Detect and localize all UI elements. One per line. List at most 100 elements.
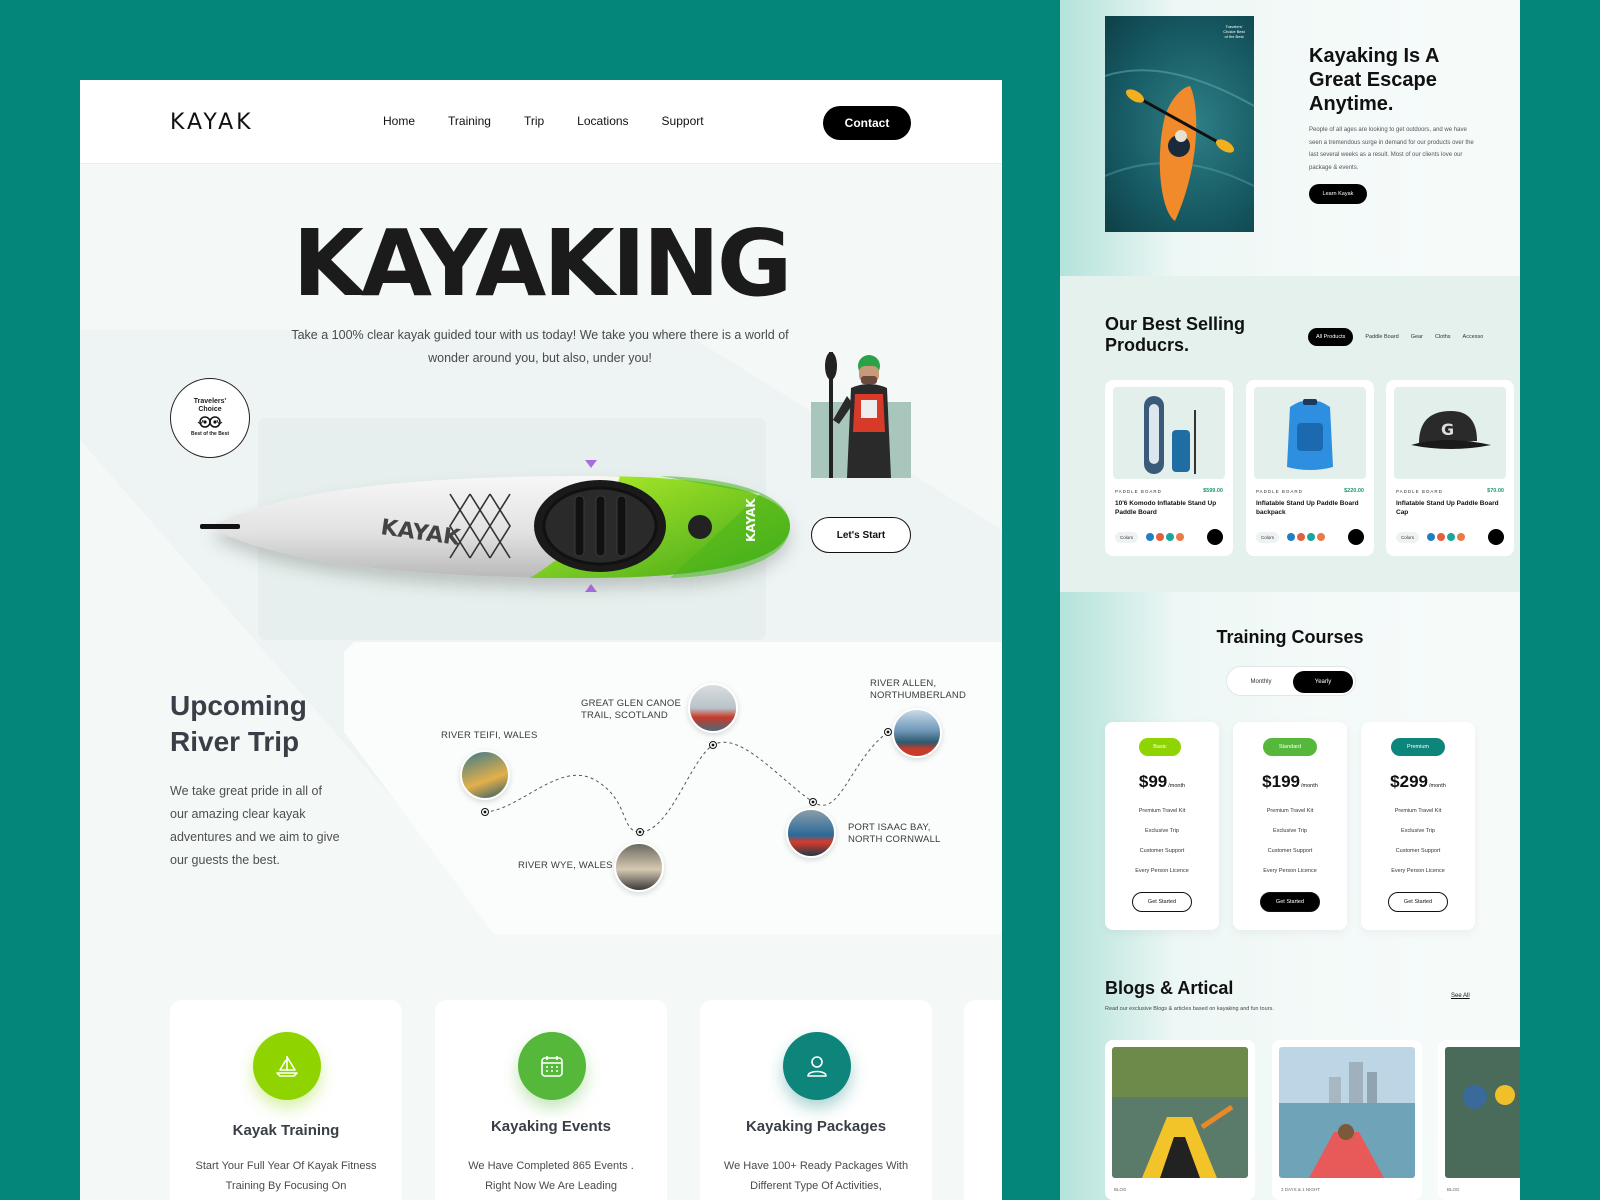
color-swatch[interactable] — [1176, 533, 1185, 541]
toggle-monthly[interactable]: Monthly — [1231, 671, 1291, 693]
image-badge: Travelers' Choice Best of the Best — [1223, 24, 1245, 39]
plan-card-standard: Standard $199/month Premium Travel Kit E… — [1233, 722, 1347, 930]
color-swatch[interactable] — [1156, 533, 1165, 541]
shop-tabs: All Products Paddle Board Gear Cloths Ac… — [1308, 328, 1483, 346]
get-started-button[interactable]: Get Started — [1388, 892, 1448, 912]
blog-image — [1112, 1047, 1248, 1178]
product-card[interactable]: G PADDLE BOARD $70.00 Inflatable Stand U… — [1386, 380, 1514, 556]
billing-toggle[interactable]: Monthly Yearly — [1226, 666, 1356, 696]
plan-feature: Exclusive Trip — [1145, 828, 1179, 834]
colors-label: Colors — [1396, 531, 1420, 543]
plan-feature: Premium Travel Kit — [1138, 808, 1186, 814]
blog-card[interactable]: BLOG — [1438, 1040, 1520, 1200]
feature-text: Start Your Full Year Of Kayak Fitness Tr… — [195, 1160, 377, 1192]
feature-title: Kayaking Packages — [745, 1118, 887, 1135]
product-colors: Colors — [1115, 529, 1223, 545]
product-name[interactable]: Inflatable Stand Up Paddle Board Cap — [1396, 500, 1508, 517]
color-swatch[interactable] — [1447, 533, 1456, 541]
color-swatch[interactable] — [1166, 533, 1175, 541]
color-swatch[interactable] — [1287, 533, 1296, 541]
product-colors: Colors — [1396, 529, 1504, 545]
plan-feature: Premium Travel Kit — [1266, 808, 1314, 814]
plan-price-value: $299 — [1390, 772, 1428, 791]
get-started-button[interactable]: Get Started — [1260, 892, 1320, 912]
feature-card-training[interactable]: Kayak Training Start Your Full Year Of K… — [170, 1000, 402, 1200]
plan-card-premium: Premium $299/month Premium Travel Kit Ex… — [1361, 722, 1475, 930]
about-title: Kayaking Is A Great Escape Anytime. — [1309, 45, 1439, 115]
best-selling-section: Our Best Selling Producrs. All Products … — [1060, 276, 1520, 592]
location-photo-wye[interactable] — [614, 842, 664, 892]
location-label-great-glen: GREAT GLEN CANOE TRAIL, SCOTLAND — [581, 698, 681, 721]
blog-image — [1279, 1047, 1415, 1178]
landing-page-right: Travelers' Choice Best of the Best Kayak… — [1060, 0, 1520, 1200]
tab-gear[interactable]: Gear — [1411, 334, 1423, 340]
tab-all-products[interactable]: All Products — [1308, 328, 1354, 346]
location-photo-port-isaac[interactable] — [786, 808, 836, 858]
learn-kayak-button[interactable]: Learn Kayak — [1309, 184, 1367, 204]
feature-card-events[interactable]: Kayaking Events We Have Completed 865 Ev… — [435, 1000, 667, 1200]
feature-icon-circle — [783, 1032, 851, 1100]
cart-icon[interactable] — [1488, 529, 1504, 545]
feature-icon-circle — [518, 1032, 586, 1100]
color-swatch[interactable] — [1457, 533, 1466, 541]
blogs-subtitle: Read our exclusive Blogs & articles base… — [1105, 1006, 1274, 1012]
location-photo-teifi[interactable] — [460, 750, 510, 800]
location-photo-river-allen[interactable] — [892, 708, 942, 758]
plan-price-value: $199 — [1262, 772, 1300, 791]
blog-image — [1445, 1047, 1520, 1178]
location-label-port-isaac: PORT ISAAC BAY, NORTH CORNWALL — [848, 822, 941, 845]
plan-price-value: $99 — [1138, 772, 1168, 791]
plan-name: Basic — [1139, 738, 1181, 756]
feature-title: Kayak Training — [232, 1122, 340, 1139]
color-swatch[interactable] — [1307, 533, 1316, 541]
feature-card-partial — [964, 1000, 1002, 1200]
feature-title: Kayaking Events — [490, 1118, 612, 1135]
color-swatch[interactable] — [1146, 533, 1155, 541]
see-all-link[interactable]: See All — [1451, 993, 1470, 999]
forest-kayak-photo — [1445, 1047, 1520, 1178]
blog-meta: BLOG — [1114, 1187, 1127, 1192]
product-card[interactable]: PADDLE BOARD $599.00 10'6 Komodo Inflata… — [1105, 380, 1233, 556]
product-category: PADDLE BOARD — [1115, 489, 1162, 494]
blog-card[interactable]: 2 DAYS & 1 NIGHT — [1272, 1040, 1422, 1200]
color-swatch[interactable] — [1297, 533, 1306, 541]
product-card[interactable]: PADDLE BOARD $220.00 Inflatable Stand Up… — [1246, 380, 1374, 556]
location-photo-great-glen[interactable] — [688, 683, 738, 733]
get-started-button[interactable]: Get Started — [1132, 892, 1192, 912]
calendar-icon — [541, 1056, 563, 1077]
plan-feature: Every Person Licence — [1135, 868, 1189, 874]
product-name[interactable]: Inflatable Stand Up Paddle Board backpac… — [1256, 500, 1368, 517]
color-swatch[interactable] — [1317, 533, 1326, 541]
color-swatch[interactable] — [1437, 533, 1446, 541]
location-label-wye: RIVER WYE, WALES — [518, 860, 613, 871]
blog-meta: BLOG — [1447, 1187, 1460, 1192]
cart-icon[interactable] — [1207, 529, 1223, 545]
tab-accessories[interactable]: Accesso — [1463, 334, 1484, 340]
feature-card-packages[interactable]: Kayaking Packages We Have 100+ Ready Pac… — [700, 1000, 932, 1200]
toggle-yearly[interactable]: Yearly — [1293, 671, 1353, 693]
svg-text:G: G — [1441, 420, 1454, 439]
plan-feature: Every Person Licence — [1263, 868, 1317, 874]
plan-feature: Customer Support — [1139, 848, 1185, 854]
user-icon — [807, 1056, 827, 1077]
plan-price: $199/month — [1233, 772, 1347, 792]
plan-feature: Customer Support — [1395, 848, 1441, 854]
kayaker-illustration — [1105, 69, 1254, 221]
blog-card[interactable]: BLOG — [1105, 1040, 1255, 1200]
plan-card-basic: Basic $99/month Premium Travel Kit Exclu… — [1105, 722, 1219, 930]
location-label-teifi: RIVER TEIFI, WALES — [441, 730, 538, 741]
blog-meta: 2 DAYS & 1 NIGHT — [1281, 1187, 1320, 1192]
cart-icon[interactable] — [1348, 529, 1364, 545]
plan-feature: Premium Travel Kit — [1394, 808, 1442, 814]
tab-paddle-board[interactable]: Paddle Board — [1365, 334, 1398, 340]
product-image — [1113, 387, 1225, 479]
plan-price: $99/month — [1105, 772, 1219, 792]
landing-page-left: KAYAK Home Training Trip Locations Suppo… — [80, 80, 1002, 1200]
plan-feature: Customer Support — [1267, 848, 1313, 854]
color-swatch[interactable] — [1427, 533, 1436, 541]
product-name[interactable]: 10'6 Komodo Inflatable Stand Up Paddle B… — [1115, 500, 1227, 517]
location-label-river-allen: RIVER ALLEN, NORTHUMBERLAND — [870, 678, 967, 701]
feature-text: We Have 100+ Ready Packages With Differe… — [723, 1160, 909, 1192]
tab-cloths[interactable]: Cloths — [1435, 334, 1451, 340]
product-colors: Colors — [1256, 529, 1364, 545]
